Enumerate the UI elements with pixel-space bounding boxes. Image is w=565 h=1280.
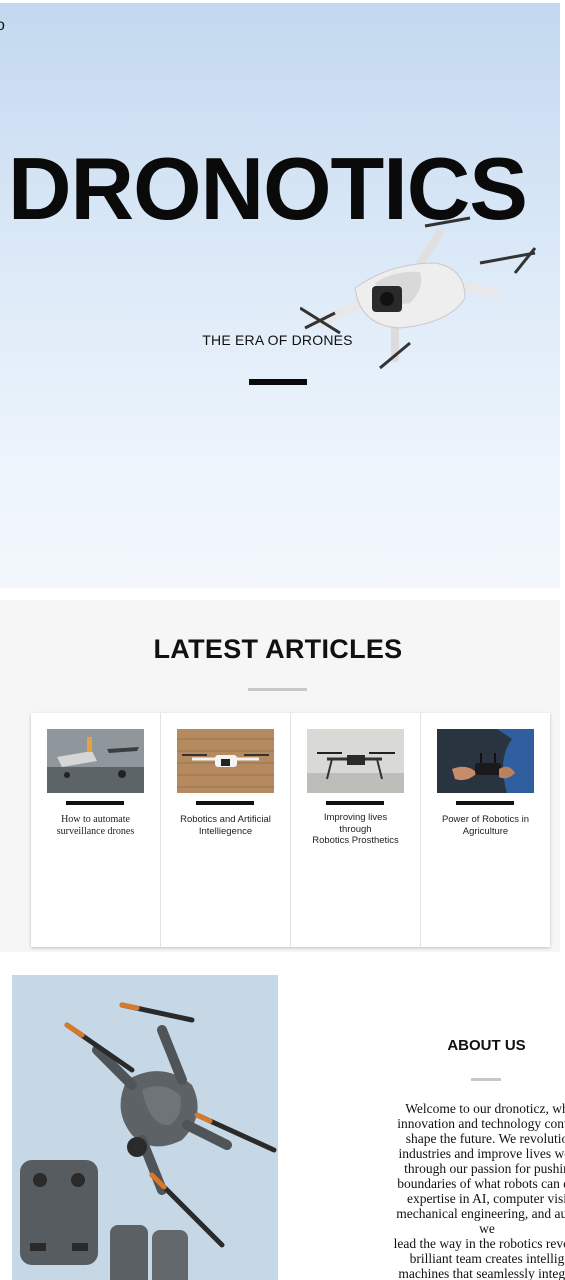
articles-heading: LATEST ARTICLES bbox=[153, 634, 403, 664]
article-card[interactable]: Power of Robotics in Agriculture bbox=[421, 713, 550, 947]
hero-drone-image bbox=[300, 216, 537, 370]
about-section: ABOUT US Welcome to our dronoticz, wh in… bbox=[0, 958, 565, 1280]
articles-divider bbox=[248, 688, 307, 691]
article-image[interactable] bbox=[307, 729, 404, 793]
article-image[interactable] bbox=[437, 729, 534, 793]
about-body-text: Welcome to our dronoticz, wh innovation … bbox=[393, 1101, 565, 1280]
article-card[interactable]: Improving lives through Robotics Prosthe… bbox=[291, 713, 421, 947]
article-image[interactable] bbox=[177, 729, 274, 793]
about-heading: ABOUT US bbox=[447, 1037, 526, 1054]
latest-articles-section: LATEST ARTICLES How to automate surveill… bbox=[0, 600, 560, 952]
article-title[interactable]: Power of Robotics in Agriculture bbox=[427, 814, 544, 837]
hero-divider bbox=[249, 379, 307, 385]
article-card[interactable]: Robotics and Artificial Intelliegence bbox=[161, 713, 291, 947]
article-image[interactable] bbox=[47, 729, 144, 793]
hero-section: o DRONOTICS THE ERA OF DRONES bbox=[0, 3, 560, 588]
article-divider bbox=[456, 801, 514, 805]
hero-subtitle: THE ERA OF DRONES bbox=[202, 332, 353, 348]
about-image bbox=[12, 975, 278, 1280]
article-cards: How to automate surveillance drones Robo… bbox=[31, 713, 550, 947]
article-title[interactable]: Improving lives through Robotics Prosthe… bbox=[297, 812, 414, 847]
article-card[interactable]: How to automate surveillance drones bbox=[31, 713, 161, 947]
article-divider bbox=[326, 801, 384, 805]
article-title[interactable]: How to automate surveillance drones bbox=[37, 814, 154, 837]
article-divider bbox=[196, 801, 254, 805]
about-divider bbox=[471, 1078, 501, 1081]
corner-logo[interactable]: o bbox=[0, 17, 5, 35]
article-title[interactable]: Robotics and Artificial Intelliegence bbox=[167, 814, 284, 837]
article-divider bbox=[66, 801, 124, 805]
